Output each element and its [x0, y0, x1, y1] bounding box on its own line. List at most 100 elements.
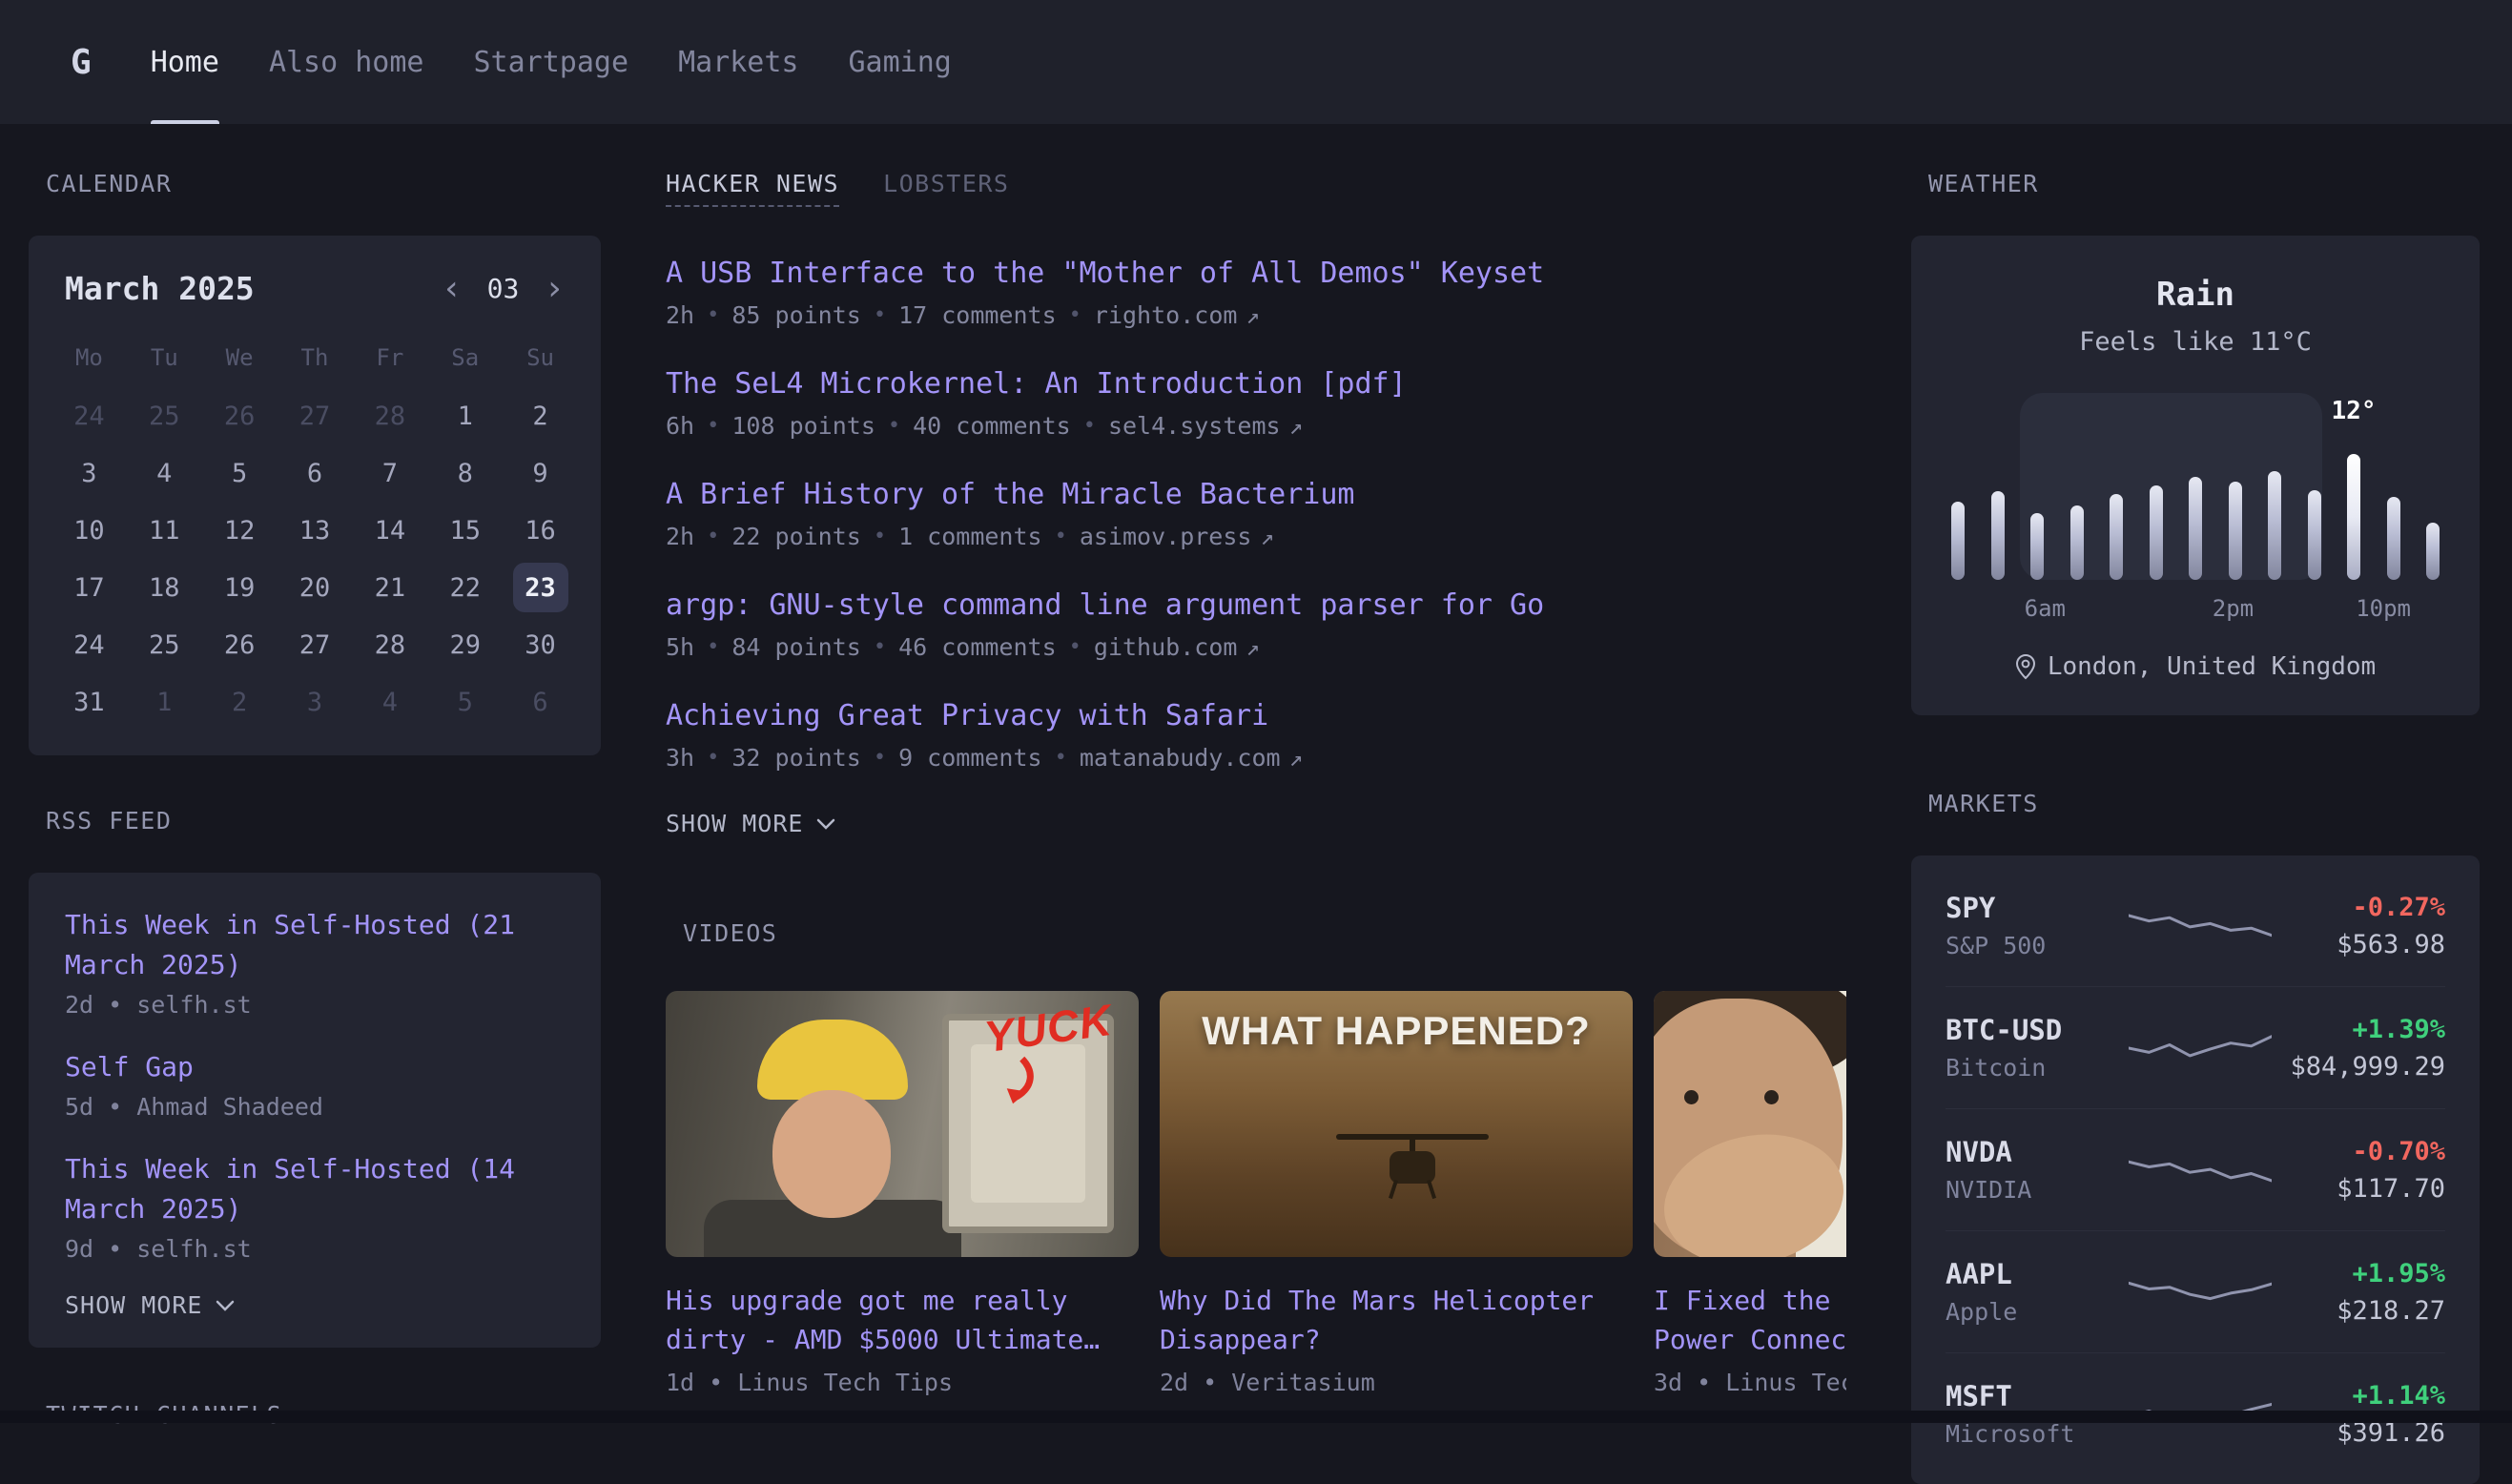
market-identity: AAPLApple: [1946, 1258, 2129, 1326]
calendar-day[interactable]: 4: [127, 444, 202, 502]
nav-tab-gaming[interactable]: Gaming: [824, 0, 977, 124]
video-card: WHAT HAPPENED? Why Did The Mars Helicopt…: [1160, 991, 1633, 1396]
calendar-day[interactable]: 26: [202, 616, 278, 673]
market-row[interactable]: SPYS&P 500-0.27%$563.98: [1946, 865, 2445, 986]
calendar-day[interactable]: 12: [202, 502, 278, 559]
video-title[interactable]: Why Did The Mars Helicopter Disappear?: [1160, 1282, 1633, 1359]
nav-tab-also-home[interactable]: Also home: [244, 0, 449, 124]
nav-tab-home[interactable]: Home: [126, 0, 244, 124]
calendar-day[interactable]: 6: [503, 673, 578, 731]
app-logo[interactable]: G: [71, 0, 92, 124]
calendar-day[interactable]: 27: [278, 387, 353, 444]
bullet-separator: •: [888, 414, 900, 438]
video-thumbnail[interactable]: DO T T: [1654, 991, 1846, 1257]
calendar-day[interactable]: 11: [127, 502, 202, 559]
market-row[interactable]: NVDANVIDIA-0.70%$117.70: [1946, 1108, 2445, 1230]
news-show-more-button[interactable]: SHOW MORE: [666, 810, 1846, 837]
calendar-day[interactable]: 22: [427, 559, 503, 616]
bullet-separator: •: [874, 635, 886, 659]
calendar-day[interactable]: 8: [427, 444, 503, 502]
calendar-day[interactable]: 1: [127, 673, 202, 731]
news-item: A Brief History of the Miracle Bacterium…: [666, 478, 1846, 550]
calendar-day-selected[interactable]: 23: [513, 563, 568, 612]
tab-lobsters[interactable]: LOBSTERS: [883, 170, 1009, 205]
calendar-day[interactable]: 21: [352, 559, 427, 616]
video-thumbnail[interactable]: WHAT HAPPENED?: [1160, 991, 1633, 1257]
rss-item-title[interactable]: This Week in Self-Hosted (21 March 2025): [65, 905, 565, 985]
external-link-icon: ↗: [1289, 413, 1303, 440]
rss-item-title[interactable]: Self Gap: [65, 1047, 565, 1087]
market-row[interactable]: AAPLApple+1.95%$218.27: [1946, 1230, 2445, 1352]
news-source-link[interactable]: github.com: [1094, 633, 1238, 661]
calendar-day[interactable]: 5: [202, 444, 278, 502]
calendar-day[interactable]: 20: [278, 559, 353, 616]
news-time: 2h: [666, 523, 694, 550]
calendar-day[interactable]: 4: [352, 673, 427, 731]
hard-hat-shape: [757, 1020, 908, 1100]
calendar-day[interactable]: 9: [503, 444, 578, 502]
news-item-title[interactable]: Achieving Great Privacy with Safari: [666, 699, 1846, 732]
calendar-day[interactable]: 2: [503, 387, 578, 444]
video-thumbnail[interactable]: YUCK: [666, 991, 1139, 1257]
calendar-prev-icon[interactable]: ‹: [442, 272, 463, 306]
calendar-day[interactable]: 28: [352, 387, 427, 444]
news-source-link[interactable]: matanabudy.com: [1080, 744, 1281, 772]
market-price: $218.27: [2272, 1296, 2445, 1326]
external-link-icon: ↗: [1260, 524, 1273, 550]
calendar-day[interactable]: 30: [503, 616, 578, 673]
calendar-day[interactable]: 2: [202, 673, 278, 731]
calendar-day[interactable]: 10: [51, 502, 127, 559]
news-source-link[interactable]: asimov.press: [1080, 523, 1252, 550]
calendar-day[interactable]: 1: [427, 387, 503, 444]
calendar-day[interactable]: 15: [427, 502, 503, 559]
calendar-day[interactable]: 31: [51, 673, 127, 731]
weather-hour-bar: [2110, 437, 2123, 580]
calendar-day[interactable]: 7: [352, 444, 427, 502]
calendar-day[interactable]: 26: [202, 387, 278, 444]
news-item-title[interactable]: argp: GNU-style command line argument pa…: [666, 588, 1846, 622]
calendar-day[interactable]: 13: [278, 502, 353, 559]
calendar-day[interactable]: 6: [278, 444, 353, 502]
calendar-day[interactable]: 3: [278, 673, 353, 731]
news-item-title[interactable]: A Brief History of the Miracle Bacterium: [666, 478, 1846, 511]
video-title[interactable]: I Fixed the 5 Power Connect: [1654, 1282, 1846, 1359]
market-change: +1.14%: [2272, 1381, 2445, 1411]
nav-tab-markets[interactable]: Markets: [653, 0, 823, 124]
calendar-day[interactable]: 5: [427, 673, 503, 731]
calendar-day[interactable]: 19: [202, 559, 278, 616]
weather-hour-bar: [2268, 437, 2281, 580]
calendar-day[interactable]: 17: [51, 559, 127, 616]
calendar-day[interactable]: 29: [427, 616, 503, 673]
calendar-day[interactable]: 16: [503, 502, 578, 559]
news-time: 2h: [666, 301, 694, 329]
rss-list: This Week in Self-Hosted (21 March 2025)…: [65, 905, 565, 1263]
calendar-day[interactable]: 25: [127, 387, 202, 444]
nav-tab-startpage[interactable]: Startpage: [449, 0, 654, 124]
news-source-link[interactable]: righto.com: [1094, 301, 1238, 329]
market-symbol: AAPL: [1946, 1258, 2129, 1290]
calendar-day[interactable]: 24: [51, 387, 127, 444]
news-item-title[interactable]: A USB Interface to the "Mother of All De…: [666, 257, 1846, 290]
calendar-day[interactable]: 28: [352, 616, 427, 673]
news-source-link[interactable]: sel4.systems: [1108, 412, 1281, 440]
rss-item-title[interactable]: This Week in Self-Hosted (14 March 2025): [65, 1149, 565, 1229]
calendar-day[interactable]: 24: [51, 616, 127, 673]
video-card: YUCK His upgrade got me really dirty - A…: [666, 991, 1139, 1396]
calendar-day[interactable]: 3: [51, 444, 127, 502]
rss-widget: This Week in Self-Hosted (21 March 2025)…: [29, 873, 601, 1348]
calendar-day[interactable]: 27: [278, 616, 353, 673]
calendar-day[interactable]: 25: [127, 616, 202, 673]
news-item-title[interactable]: The SeL4 Microkernel: An Introduction [p…: [666, 367, 1846, 401]
calendar-next-icon[interactable]: ›: [544, 272, 565, 306]
sparkline-chart: [2129, 1144, 2272, 1197]
weather-bar-fill: [2150, 485, 2163, 580]
market-row[interactable]: BTC-USDBitcoin+1.39%$84,999.29: [1946, 986, 2445, 1108]
calendar-month-number: 03: [487, 273, 520, 304]
sparkline-chart: [2129, 899, 2272, 953]
rss-show-more-button[interactable]: SHOW MORE: [65, 1291, 565, 1319]
weather-bar-fill: [2189, 477, 2202, 580]
tab-hacker-news[interactable]: HACKER NEWS: [666, 170, 839, 207]
video-title[interactable]: His upgrade got me really dirty - AMD $5…: [666, 1282, 1139, 1359]
calendar-day[interactable]: 14: [352, 502, 427, 559]
calendar-day[interactable]: 18: [127, 559, 202, 616]
